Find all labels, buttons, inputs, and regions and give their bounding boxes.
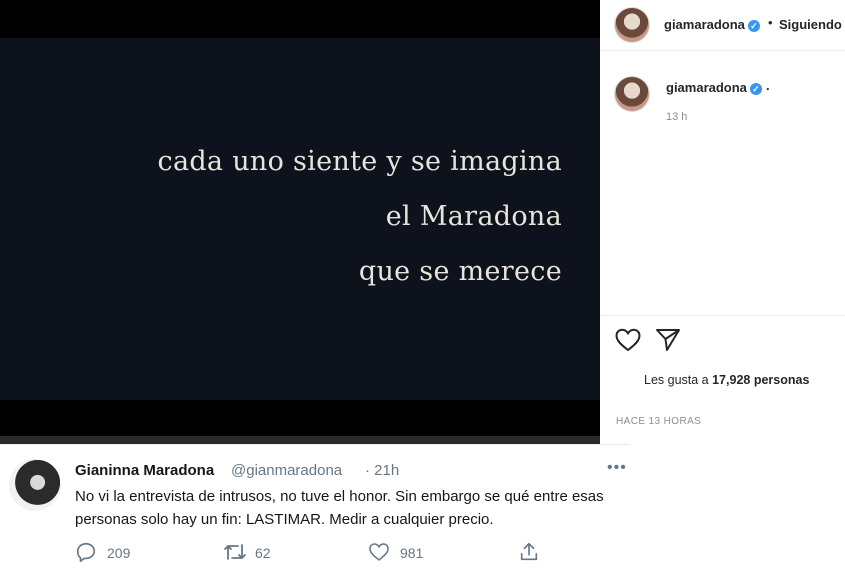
- like-icon: [369, 543, 389, 561]
- likes-prefix: Les gusta a: [644, 373, 713, 387]
- tweet-author-name[interactable]: Gianinna Maradona: [75, 462, 214, 479]
- avatar[interactable]: [9, 459, 61, 511]
- instagram-side-panel: giamaradona ✓ • Siguiendo giamaradona ✓ . …: [600, 0, 845, 444]
- likes-count-value[interactable]: 17,928 personas: [712, 373, 809, 387]
- reply-icon: [76, 542, 96, 562]
- header-divider: [600, 50, 845, 51]
- share-icon[interactable]: [654, 326, 682, 354]
- share-icon: [520, 542, 538, 561]
- instagram-post-media[interactable]: cada uno siente y se imagina el Maradona…: [0, 0, 600, 444]
- actions-divider: [600, 315, 845, 316]
- heart-icon[interactable]: [614, 326, 642, 354]
- caption-username-text[interactable]: giamaradona: [666, 80, 747, 95]
- verified-badge-icon: ✓: [747, 19, 760, 32]
- background: [630, 444, 845, 576]
- media-text-line-1: cada uno siente y se imagina: [157, 146, 562, 177]
- tweet-author-handle[interactable]: @gianmaradona: [231, 462, 342, 479]
- avatar[interactable]: [614, 7, 650, 43]
- post-image: cada uno siente y se imagina el Maradona…: [0, 38, 600, 400]
- more-options-icon[interactable]: •••: [607, 459, 627, 477]
- header-username[interactable]: giamaradona ✓: [664, 17, 760, 32]
- header-separator: •: [768, 15, 773, 30]
- tweet-time[interactable]: · 21h: [365, 462, 399, 479]
- reply-count: 209: [107, 545, 131, 561]
- verified-badge-icon: ✓: [749, 82, 762, 95]
- post-time[interactable]: 13 h: [666, 111, 687, 123]
- caption-username[interactable]: giamaradona ✓: [666, 80, 762, 95]
- post-actions: [600, 326, 845, 358]
- likes-count[interactable]: Les gusta a 17,928 personas: [644, 373, 809, 387]
- caption-text: .: [766, 78, 770, 93]
- time-ago: HACE 13 HORAS: [616, 416, 702, 427]
- post-header: giamaradona ✓ • Siguiendo: [600, 0, 845, 50]
- tweet-card[interactable]: Gianinna Maradona @gianmaradona · 21h ••…: [0, 444, 630, 577]
- media-text-line-2: el Maradona: [385, 201, 562, 232]
- retweet-count: 62: [255, 545, 271, 561]
- following-button[interactable]: Siguiendo: [779, 17, 842, 32]
- caption-avatar[interactable]: [614, 76, 650, 112]
- media-bottom-strip: [0, 436, 600, 444]
- header-username-text[interactable]: giamaradona: [664, 17, 745, 32]
- tweet-text: No vi la entrevista de intrusos, no tuve…: [75, 488, 604, 528]
- like-count: 981: [400, 545, 424, 561]
- media-text-line-3: que se merece: [358, 256, 562, 287]
- retweet-icon: [224, 544, 246, 560]
